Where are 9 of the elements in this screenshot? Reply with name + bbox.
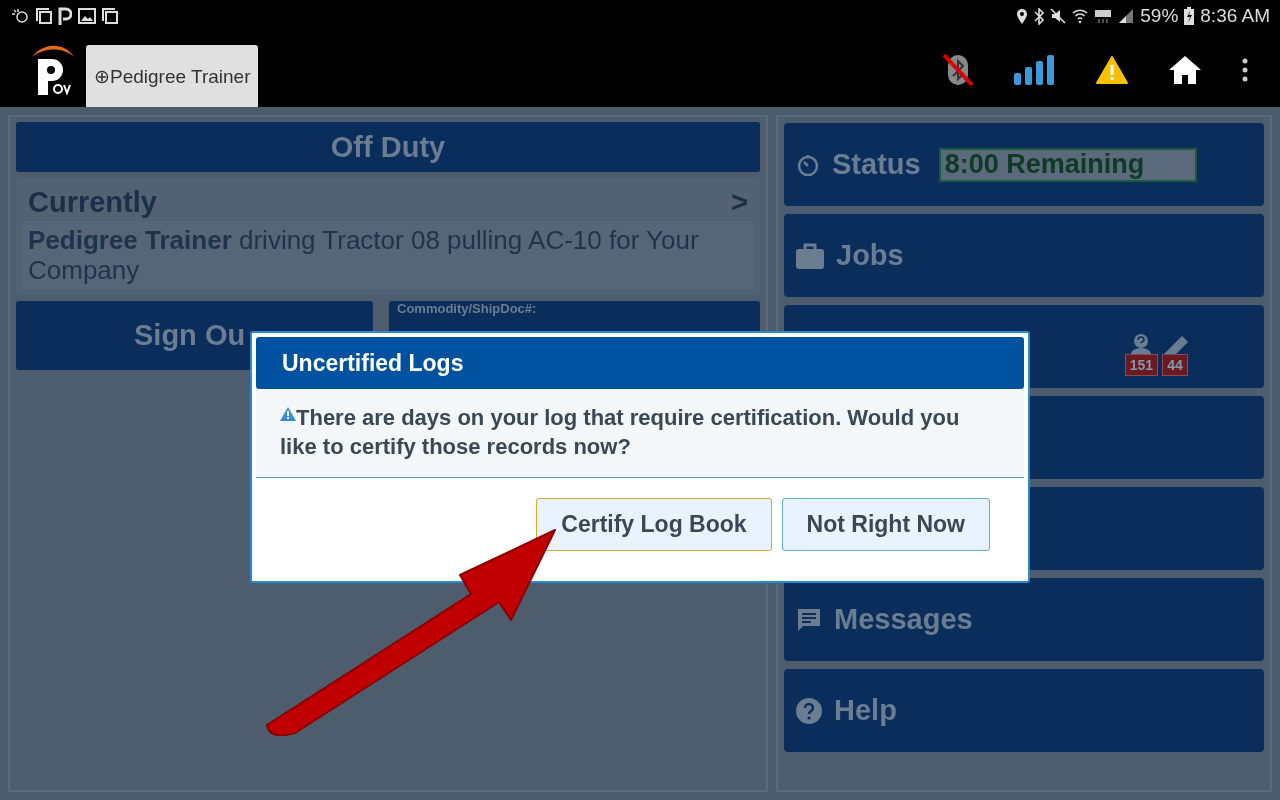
clock-time: 8:36 AM xyxy=(1200,5,1270,27)
card-heading: Currently xyxy=(28,186,157,219)
dialog-message: There are days on your log that require certification. Would you like to certify those records now? xyxy=(280,405,960,459)
count-badge: 44 xyxy=(1162,354,1188,376)
dialog-title: Uncertified Logs xyxy=(256,337,1024,389)
count-badge: 151 xyxy=(1124,354,1158,376)
hours-remaining-field: 8:00 Remaining xyxy=(938,147,1197,182)
chevron-text: > xyxy=(731,186,748,219)
battery-percent: 59% xyxy=(1140,5,1179,27)
